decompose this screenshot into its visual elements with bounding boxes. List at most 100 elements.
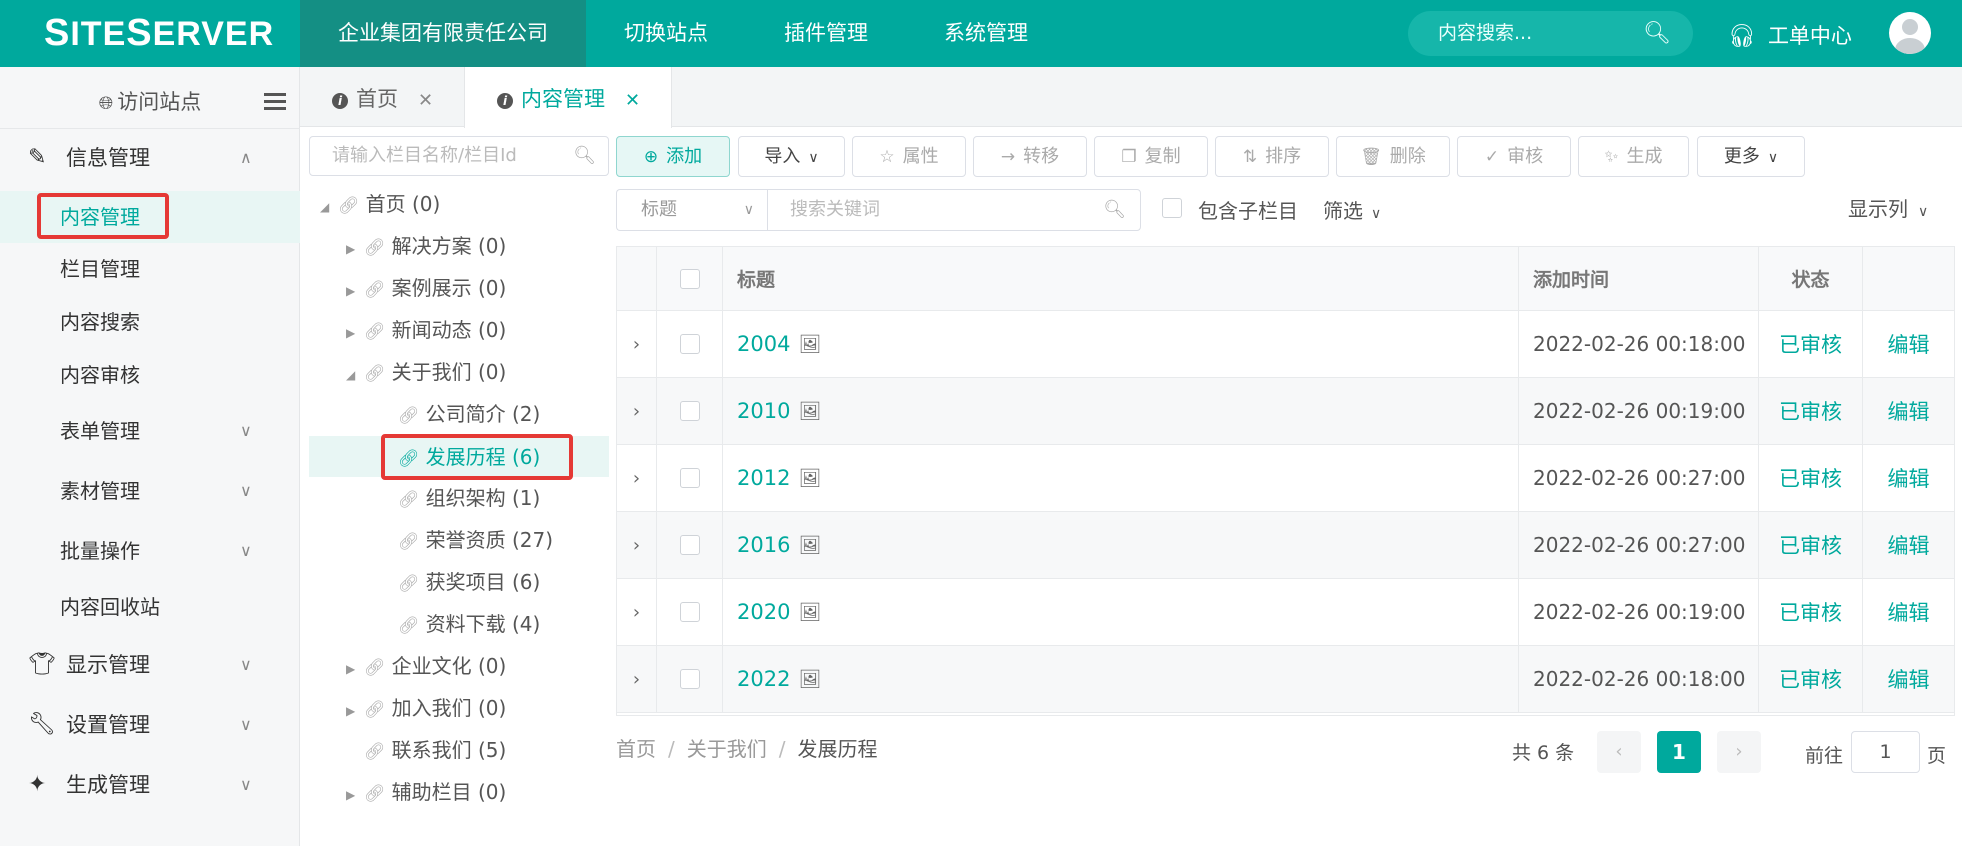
search-icon[interactable]: 🔍︎ — [1103, 190, 1126, 230]
sidebar-item-forms[interactable]: 表单管理 ∨ — [0, 405, 300, 457]
expand-chevron-icon[interactable]: › — [617, 512, 657, 578]
sidebar-item-recycle[interactable]: 内容回收站 — [0, 581, 300, 633]
close-icon[interactable]: ✕ — [625, 90, 640, 111]
row-edit-link[interactable]: 编辑 — [1863, 445, 1954, 511]
tree-node-contact[interactable]: 🔗︎ 联系我们 (5) — [364, 730, 506, 770]
menu-group-info[interactable]: ✎ 信息管理 ∧ — [0, 130, 300, 186]
header-title[interactable]: 标题 — [723, 247, 1519, 310]
next-page-button[interactable]: › — [1717, 731, 1761, 773]
sidebar-item-content-search[interactable]: 内容搜索 — [0, 296, 300, 348]
caret-down-icon[interactable]: ◢ — [320, 187, 338, 227]
delete-button[interactable]: 🗑︎ 删除 — [1336, 136, 1450, 177]
page-button[interactable]: 1 — [1657, 731, 1701, 773]
sidebar-item-batch[interactable]: 批量操作 ∨ — [0, 525, 300, 577]
row-title-link[interactable]: 2004 — [737, 332, 790, 356]
include-children-label[interactable]: 包含子栏目 — [1198, 195, 1298, 224]
select-all-checkbox[interactable] — [679, 268, 700, 289]
keyword-search-input[interactable]: 搜索关键词 🔍︎ — [767, 189, 1141, 231]
row-edit-link[interactable]: 编辑 — [1863, 311, 1954, 377]
visit-site-link[interactable]: 🌐︎ 访问站点 — [0, 67, 300, 129]
row-status[interactable]: 已审核 — [1759, 512, 1863, 578]
logo[interactable]: SITESERVER — [44, 12, 274, 55]
field-select[interactable]: 标题 ∨ — [616, 189, 768, 231]
caret-right-icon[interactable]: ▶ — [346, 691, 364, 731]
breadcrumb-item[interactable]: 首页 — [616, 737, 656, 761]
row-status[interactable]: 已审核 — [1759, 378, 1863, 444]
breadcrumb-item[interactable]: 关于我们 — [687, 737, 767, 761]
caret-right-icon[interactable]: ▶ — [346, 229, 364, 269]
columns-dropdown[interactable]: 显示列 ∨ — [1848, 193, 1928, 222]
row-checkbox[interactable] — [679, 334, 700, 354]
nav-plugins[interactable]: 插件管理 — [746, 0, 906, 67]
include-children-checkbox[interactable] — [1162, 198, 1182, 218]
tree-node-about[interactable]: ◢ 🔗︎ 关于我们 (0) — [346, 352, 506, 392]
tree-node-profile[interactable]: 🔗︎ 公司简介 (2) — [398, 394, 540, 434]
menu-toggle-icon[interactable] — [264, 93, 286, 114]
row-title-link[interactable]: 2022 — [737, 667, 790, 691]
row-status[interactable]: 已审核 — [1759, 646, 1863, 712]
menu-group-display[interactable]: 👕︎ 显示管理 ∨ — [0, 637, 300, 693]
channel-search-input[interactable]: 请输入栏目名称/栏目Id 🔍︎ — [309, 136, 609, 176]
tree-node-news[interactable]: ▶ 🔗︎ 新闻动态 (0) — [346, 310, 506, 350]
nav-site-name[interactable]: 企业集团有限责任公司 — [300, 0, 586, 67]
sidebar-item-content-audit[interactable]: 内容审核 — [0, 349, 300, 401]
tree-node-honors[interactable]: 🔗︎ 荣誉资质 (27) — [398, 520, 553, 560]
caret-down-icon[interactable]: ◢ — [346, 355, 364, 395]
tree-node-downloads[interactable]: 🔗︎ 资料下载 (4) — [398, 604, 540, 644]
expand-chevron-icon[interactable]: › — [617, 579, 657, 645]
avatar[interactable] — [1889, 12, 1931, 54]
row-title-link[interactable]: 2010 — [737, 399, 790, 423]
row-checkbox[interactable] — [679, 468, 700, 488]
content-search-input[interactable]: 内容搜索... 🔍︎ — [1408, 11, 1693, 56]
nav-switch-site[interactable]: 切换站点 — [586, 0, 746, 67]
move-button[interactable]: → 转移 — [973, 136, 1087, 177]
import-button[interactable]: 导入 ∨ — [738, 136, 845, 177]
row-status[interactable]: 已审核 — [1759, 445, 1863, 511]
row-status[interactable]: 已审核 — [1759, 579, 1863, 645]
close-icon[interactable]: ✕ — [418, 90, 433, 111]
audit-button[interactable]: ✓ 审核 — [1457, 136, 1571, 177]
tree-node-auxiliary[interactable]: ▶ 🔗︎ 辅助栏目 (0) — [346, 772, 506, 812]
more-button[interactable]: 更多 ∨ — [1697, 136, 1805, 177]
row-title-link[interactable]: 2016 — [737, 533, 790, 557]
tree-node-culture[interactable]: ▶ 🔗︎ 企业文化 (0) — [346, 646, 506, 686]
copy-button[interactable]: ❐ 复制 — [1094, 136, 1208, 177]
tree-node-cases[interactable]: ▶ 🔗︎ 案例展示 (0) — [346, 268, 506, 308]
workorder-link[interactable]: 🎧︎ 工单中心 — [1728, 0, 1852, 67]
caret-right-icon[interactable]: ▶ — [346, 775, 364, 815]
row-checkbox[interactable] — [679, 535, 700, 555]
tree-node-org[interactable]: 🔗︎ 组织架构 (1) — [398, 478, 540, 518]
filter-dropdown[interactable]: 筛选 ∨ — [1323, 195, 1381, 224]
expand-chevron-icon[interactable]: › — [617, 445, 657, 511]
expand-chevron-icon[interactable]: › — [617, 378, 657, 444]
row-edit-link[interactable]: 编辑 — [1863, 646, 1954, 712]
generate-button[interactable]: ✨︎ 生成 — [1578, 136, 1689, 177]
expand-chevron-icon[interactable]: › — [617, 311, 657, 377]
sort-button[interactable]: ⇅ 排序 — [1215, 136, 1329, 177]
row-checkbox[interactable] — [679, 669, 700, 689]
row-edit-link[interactable]: 编辑 — [1863, 378, 1954, 444]
goto-page-input[interactable]: 1 — [1851, 731, 1920, 773]
row-edit-link[interactable]: 编辑 — [1863, 579, 1954, 645]
tab-home[interactable]: i 首页 ✕ — [300, 67, 464, 127]
caret-right-icon[interactable]: ▶ — [346, 313, 364, 353]
row-title-link[interactable]: 2012 — [737, 466, 790, 490]
row-checkbox[interactable] — [679, 401, 700, 421]
sidebar-item-channels[interactable]: 栏目管理 — [0, 243, 300, 295]
caret-right-icon[interactable]: ▶ — [346, 649, 364, 689]
tree-node-join[interactable]: ▶ 🔗︎ 加入我们 (0) — [346, 688, 506, 728]
row-status[interactable]: 已审核 — [1759, 311, 1863, 377]
prev-page-button[interactable]: ‹ — [1597, 731, 1641, 773]
menu-group-settings[interactable]: 🔧︎ 设置管理 ∨ — [0, 697, 300, 753]
tree-node-solutions[interactable]: ▶ 🔗︎ 解决方案 (0) — [346, 226, 506, 266]
header-added-time[interactable]: 添加时间 — [1519, 247, 1759, 310]
expand-chevron-icon[interactable]: › — [617, 646, 657, 712]
sidebar-item-materials[interactable]: 素材管理 ∨ — [0, 465, 300, 517]
tab-content-management[interactable]: i 内容管理 ✕ — [464, 67, 672, 128]
add-button[interactable]: ⊕ 添加 — [616, 136, 730, 177]
row-title-link[interactable]: 2020 — [737, 600, 790, 624]
nav-system[interactable]: 系统管理 — [906, 0, 1066, 67]
menu-group-generate[interactable]: ✦ 生成管理 ∨ — [0, 757, 300, 813]
row-edit-link[interactable]: 编辑 — [1863, 512, 1954, 578]
caret-right-icon[interactable]: ▶ — [346, 271, 364, 311]
